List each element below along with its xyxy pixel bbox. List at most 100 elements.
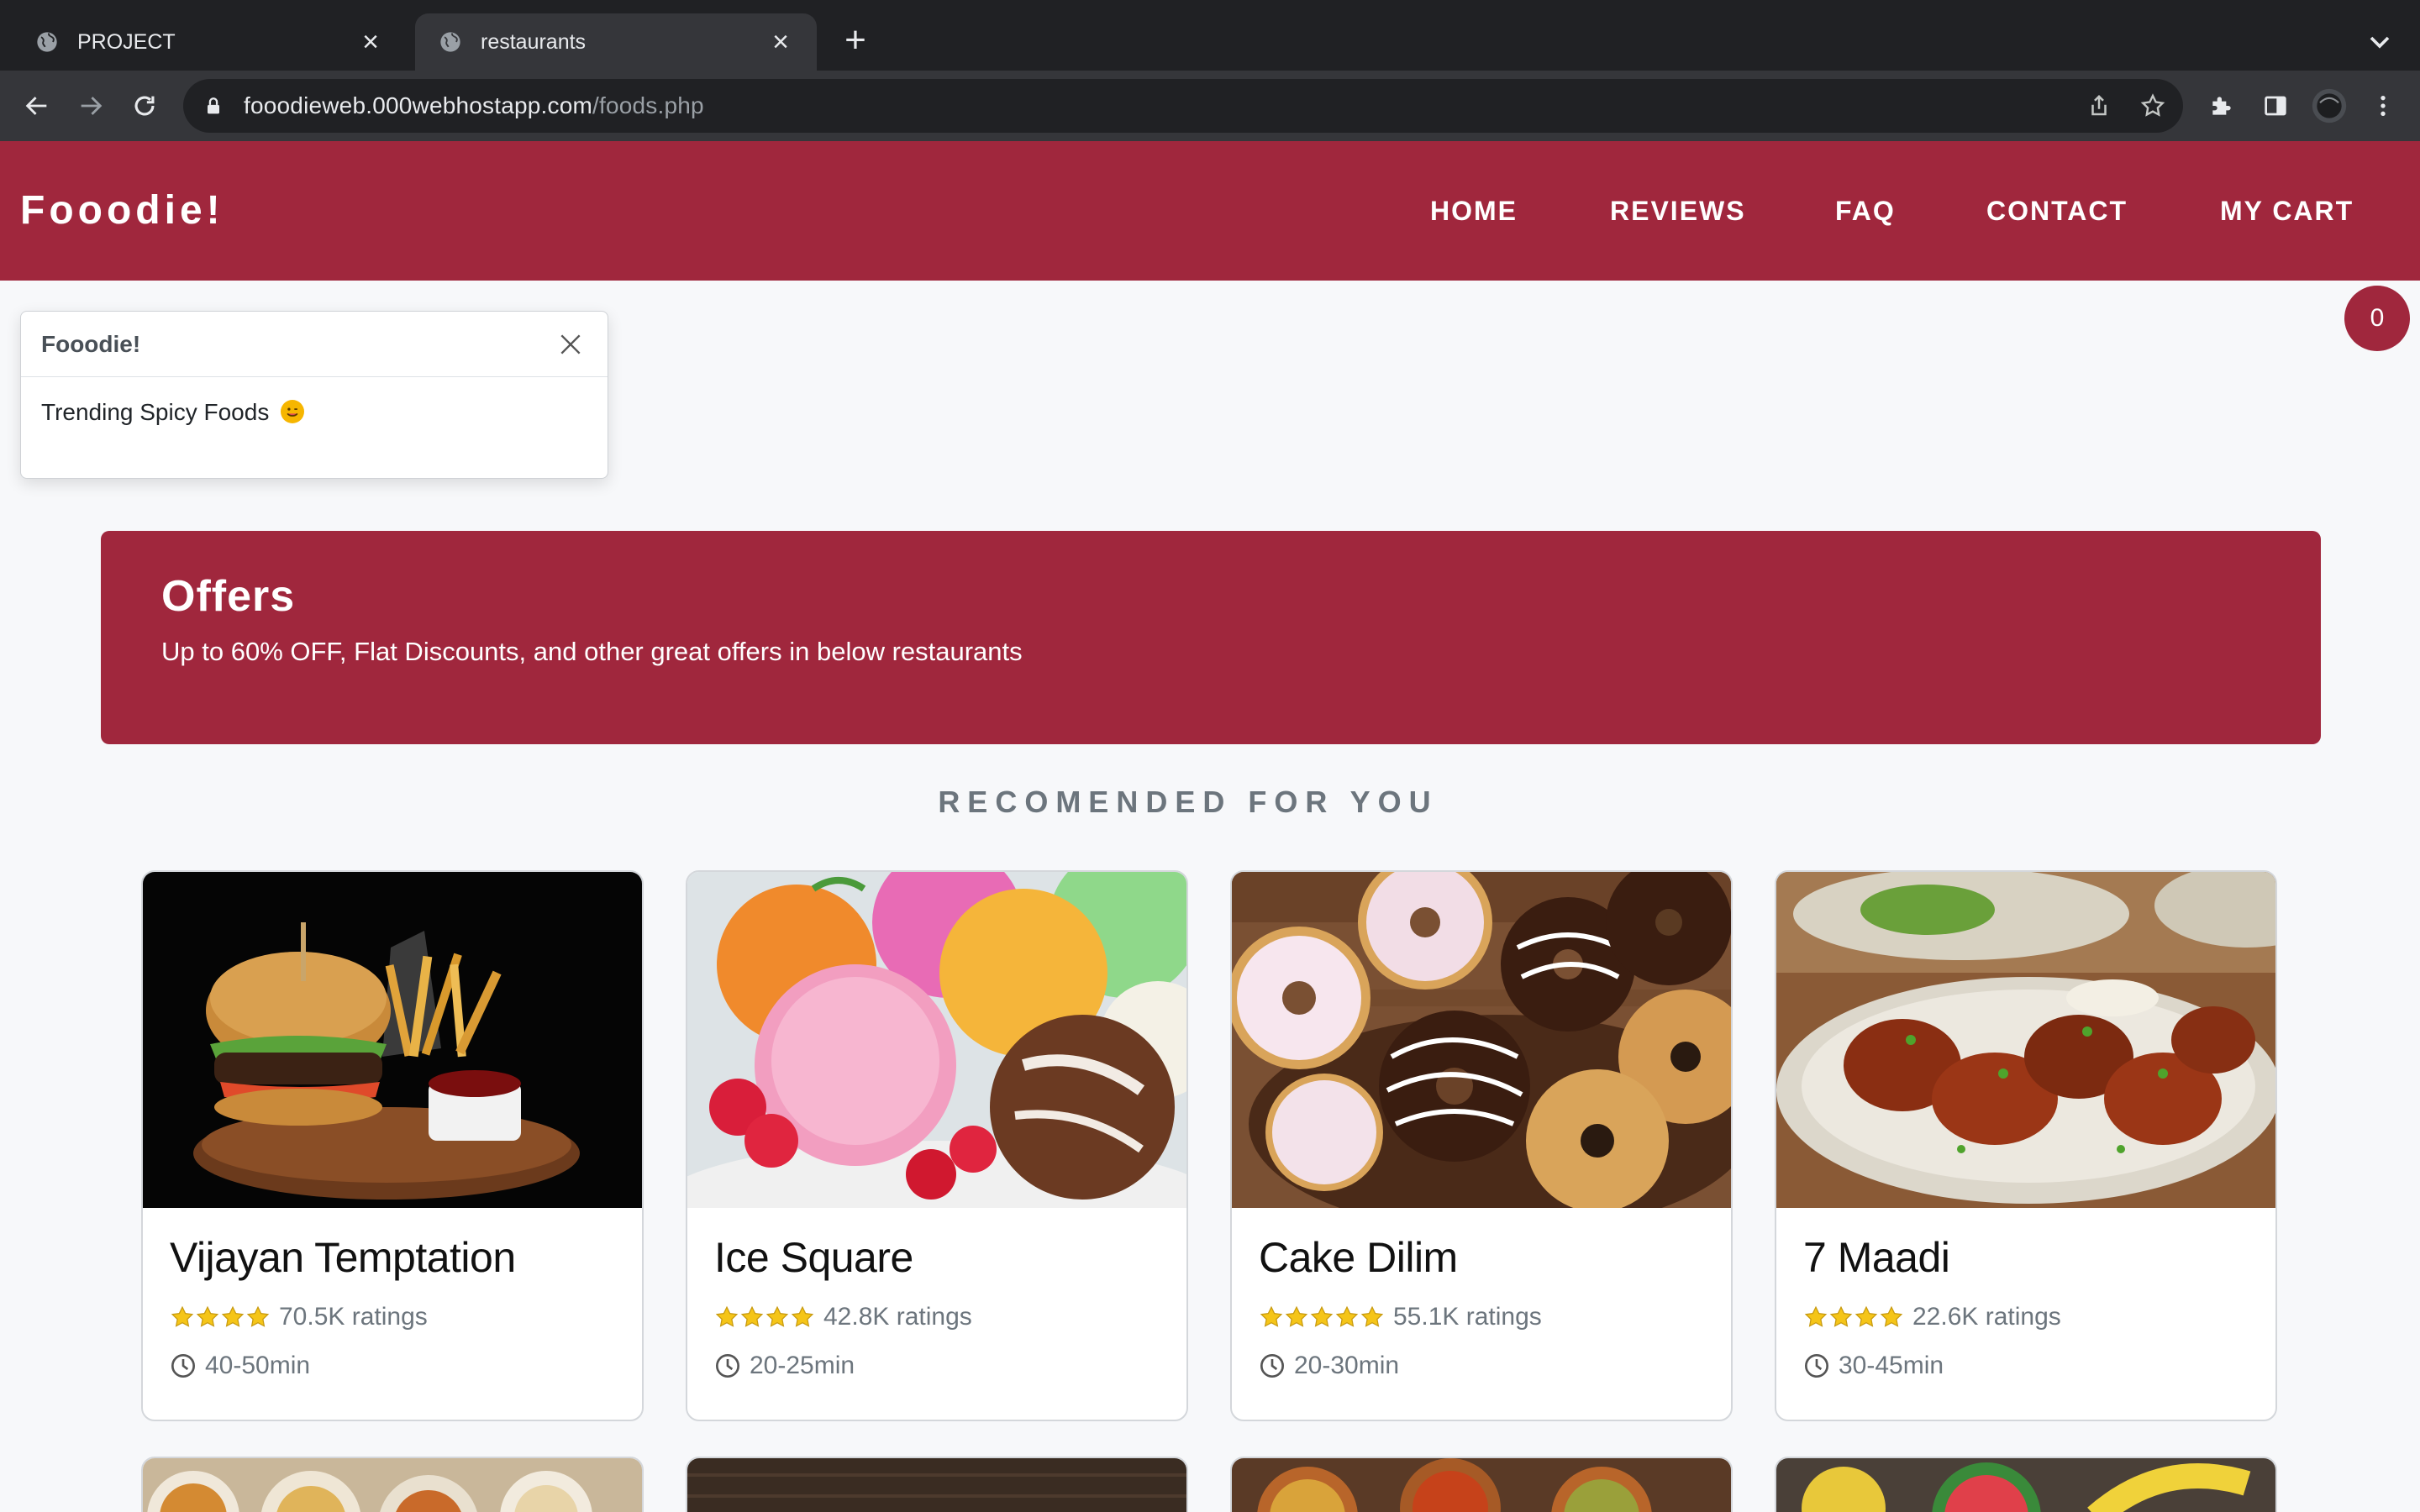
star-icon — [1854, 1305, 1878, 1327]
lock-icon[interactable] — [202, 94, 225, 118]
url-text: fooodieweb.000webhostapp.com/foods.php — [244, 92, 704, 119]
restaurant-image-chicken[interactable] — [1776, 872, 2275, 1208]
extensions-icon[interactable] — [2202, 86, 2242, 126]
browser-toolbar: fooodieweb.000webhostapp.com/foods.php — [0, 71, 2420, 141]
restaurant-image-burger[interactable] — [143, 872, 642, 1208]
star-icon — [791, 1305, 814, 1327]
browser-tab-project[interactable]: PROJECT × — [12, 13, 407, 71]
kebab-menu-icon[interactable] — [2363, 86, 2403, 126]
star-icon — [1880, 1305, 1903, 1327]
new-tab-button[interactable]: + — [837, 22, 874, 60]
delivery-time: 30-45min — [1839, 1352, 1944, 1379]
star-icon — [221, 1305, 245, 1327]
star-icon — [1804, 1305, 1828, 1327]
card-body: Ice Square 42.8K ratings 20-25min — [687, 1208, 1186, 1420]
globe-icon — [37, 32, 57, 52]
nav-my-cart[interactable]: MY CART — [2220, 141, 2354, 281]
ratings-count: 70.5K ratings — [279, 1303, 428, 1331]
restaurant-card-partial[interactable] — [141, 1457, 644, 1512]
nav-home[interactable]: HOME — [1430, 141, 1518, 281]
side-panel-icon[interactable] — [2255, 86, 2296, 126]
clock-icon — [1260, 1354, 1284, 1378]
restaurant-name[interactable]: Vijayan Temptation — [170, 1233, 615, 1282]
star-icon — [1335, 1305, 1359, 1327]
toast-header: Fooodie! — [21, 312, 608, 377]
restaurant-image-curries — [1232, 1458, 1731, 1512]
delivery-time-row: 20-25min — [714, 1349, 1160, 1383]
url-path: /foods.php — [592, 92, 704, 118]
reload-icon — [134, 96, 155, 116]
star-rating — [1259, 1305, 1385, 1330]
cart-count-badge[interactable]: 0 — [2344, 286, 2410, 351]
brand-logo[interactable]: Fooodie! — [20, 141, 224, 281]
chevron-down-icon[interactable] — [2363, 25, 2396, 59]
clock-icon — [716, 1354, 739, 1378]
ratings-count: 22.6K ratings — [1912, 1303, 2061, 1331]
restaurant-card[interactable]: Cake Dilim 55.1K ratings 20-30min — [1230, 870, 1733, 1421]
toast-body: Trending Spicy Foods — [21, 377, 608, 448]
tab-title: restaurants — [481, 29, 587, 54]
star-icon — [1260, 1305, 1283, 1327]
offers-text: Up to 60% OFF, Flat Discounts, and other… — [161, 637, 1023, 666]
offers-banner: Offers Up to 60% OFF, Flat Discounts, an… — [101, 531, 2321, 744]
clock-icon — [1805, 1354, 1828, 1378]
restaurant-card[interactable]: Ice Square 42.8K ratings 20-25min — [686, 870, 1188, 1421]
tab-title: PROJECT — [77, 29, 176, 54]
site-header: Fooodie! HOME REVIEWS FAQ CONTACT MY CAR… — [0, 141, 2420, 281]
toast-notification: Fooodie! Trending Spicy Foods — [20, 311, 608, 479]
bookmark-star-icon[interactable] — [2138, 91, 2168, 121]
browser-tab-bar: PROJECT × restaurants × + — [0, 0, 2420, 71]
toast-message: Trending Spicy Foods — [41, 399, 270, 425]
restaurant-name[interactable]: 7 Maadi — [1803, 1233, 2249, 1282]
browser-tab-restaurants[interactable]: restaurants × — [415, 13, 817, 71]
close-icon[interactable]: × — [768, 28, 793, 56]
delivery-time-row: 30-45min — [1803, 1349, 2249, 1383]
clock-icon — [171, 1354, 195, 1378]
star-icon — [171, 1305, 194, 1327]
star-icon — [1310, 1305, 1334, 1327]
close-icon[interactable] — [554, 328, 587, 361]
star-icon — [1285, 1305, 1308, 1327]
restaurant-name[interactable]: Cake Dilim — [1259, 1233, 1704, 1282]
smiley-emoji-icon — [281, 400, 305, 423]
delivery-time: 20-30min — [1294, 1352, 1400, 1379]
arrow-right-icon — [81, 97, 103, 115]
forward-button[interactable] — [71, 86, 111, 126]
star-icon — [196, 1305, 219, 1327]
restaurant-card[interactable]: Vijayan Temptation 70.5K ratings 40-50mi… — [141, 870, 644, 1421]
star-icon — [1360, 1305, 1384, 1327]
url-domain: fooodieweb.000webhostapp.com — [244, 92, 593, 118]
restaurant-card-partial[interactable] — [1230, 1457, 1733, 1512]
restaurant-card-partial[interactable] — [1775, 1457, 2277, 1512]
delivery-time: 20-25min — [750, 1352, 855, 1379]
close-icon[interactable]: × — [358, 28, 383, 56]
card-body: Vijayan Temptation 70.5K ratings 40-50mi… — [143, 1208, 642, 1420]
nav-reviews[interactable]: REVIEWS — [1610, 141, 1746, 281]
restaurant-card-partial[interactable] — [686, 1457, 1188, 1512]
offers-heading: Offers — [161, 572, 296, 621]
reload-button[interactable] — [124, 86, 165, 126]
share-icon[interactable] — [2084, 91, 2114, 121]
restaurant-card[interactable]: 7 Maadi 22.6K ratings 30-45min — [1775, 870, 2277, 1421]
rating-row: 55.1K ratings — [1259, 1300, 1704, 1334]
nav-contact[interactable]: CONTACT — [1986, 141, 2128, 281]
restaurant-name[interactable]: Ice Square — [714, 1233, 1160, 1282]
arrow-left-icon — [25, 97, 47, 115]
star-rating — [714, 1305, 815, 1330]
nav-faq[interactable]: FAQ — [1835, 141, 1896, 281]
back-button[interactable] — [17, 86, 57, 126]
restaurant-image-fruits — [1776, 1458, 2275, 1512]
restaurant-image-donuts[interactable] — [1232, 872, 1731, 1208]
star-icon — [715, 1305, 739, 1327]
globe-icon — [440, 32, 460, 52]
rating-row: 70.5K ratings — [170, 1300, 615, 1334]
delivery-time-row: 40-50min — [170, 1349, 615, 1383]
address-bar[interactable]: fooodieweb.000webhostapp.com/foods.php — [183, 79, 2183, 133]
restaurant-image-wood — [687, 1458, 1186, 1512]
ratings-count: 42.8K ratings — [823, 1303, 972, 1331]
restaurant-image-ice-cream[interactable] — [687, 872, 1186, 1208]
restaurant-image-thali — [143, 1458, 642, 1512]
star-rating — [170, 1305, 271, 1330]
avatar[interactable] — [2309, 86, 2349, 126]
star-rating — [1803, 1305, 1904, 1330]
